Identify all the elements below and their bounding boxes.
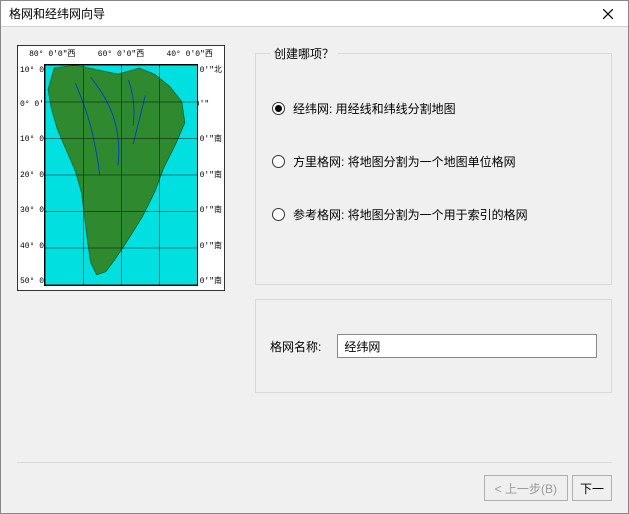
radio-icon — [272, 102, 285, 115]
grid-name-label: 格网名称: — [270, 338, 321, 355]
right-column: 创建哪项？ 经纬网: 用经线和纬线分割地图 方里格网: 将地图分割为一个地图单位… — [255, 45, 612, 448]
axis-tick: 60° 0'0"西 — [98, 48, 144, 59]
back-button: < 上一步(B) — [484, 475, 568, 501]
close-icon — [603, 9, 613, 19]
radio-measured-grid[interactable]: 方里格网: 将地图分割为一个地图单位格网 — [272, 153, 595, 170]
grid-name-input[interactable] — [337, 334, 597, 358]
map-preview-box: 80° 0'0"西 60° 0'0"西 40° 0'0"西 10° 0'"北 0… — [17, 45, 225, 291]
map-preview: 80° 0'0"西 60° 0'0"西 40° 0'0"西 10° 0'"北 0… — [17, 45, 227, 448]
axis-tick: 40° 0'0"西 — [166, 48, 212, 59]
titlebar: 格网和经纬网向导 — [1, 1, 628, 27]
back-button-label: < 上一步(B) — [495, 480, 557, 497]
radio-icon — [272, 208, 285, 221]
radio-graticule[interactable]: 经纬网: 用经线和纬线分割地图 — [272, 100, 595, 117]
map-axis-top: 80° 0'0"西 60° 0'0"西 40° 0'0"西 — [18, 48, 224, 59]
content-area: 80° 0'0"西 60° 0'0"西 40° 0'0"西 10° 0'"北 0… — [1, 27, 628, 448]
window-title: 格网和经纬网向导 — [9, 5, 105, 22]
radio-label: 经纬网: 用经线和纬线分割地图 — [293, 100, 456, 117]
radio-label: 方里格网: 将地图分割为一个地图单位格网 — [293, 153, 516, 170]
options-group: 创建哪项？ 经纬网: 用经线和纬线分割地图 方里格网: 将地图分割为一个地图单位… — [255, 45, 612, 285]
options-legend: 创建哪项？ — [270, 45, 338, 62]
axis-tick: 80° 0'0"西 — [29, 48, 75, 59]
radio-reference-grid[interactable]: 参考格网: 将地图分割为一个用于索引的格网 — [272, 206, 595, 223]
next-button-label: 下一 — [580, 480, 604, 497]
footer: < 上一步(B) 下一 — [17, 462, 612, 513]
map-plot — [44, 64, 198, 286]
wizard-window: 格网和经纬网向导 80° 0'0"西 60° 0'0"西 40° 0'0"西 1… — [0, 0, 629, 514]
graticule-grid — [45, 65, 197, 285]
radio-label: 参考格网: 将地图分割为一个用于索引的格网 — [293, 206, 528, 223]
next-button[interactable]: 下一 — [572, 475, 612, 501]
radio-icon — [272, 155, 285, 168]
grid-name-group: 格网名称: — [255, 299, 612, 393]
close-button[interactable] — [588, 1, 628, 26]
